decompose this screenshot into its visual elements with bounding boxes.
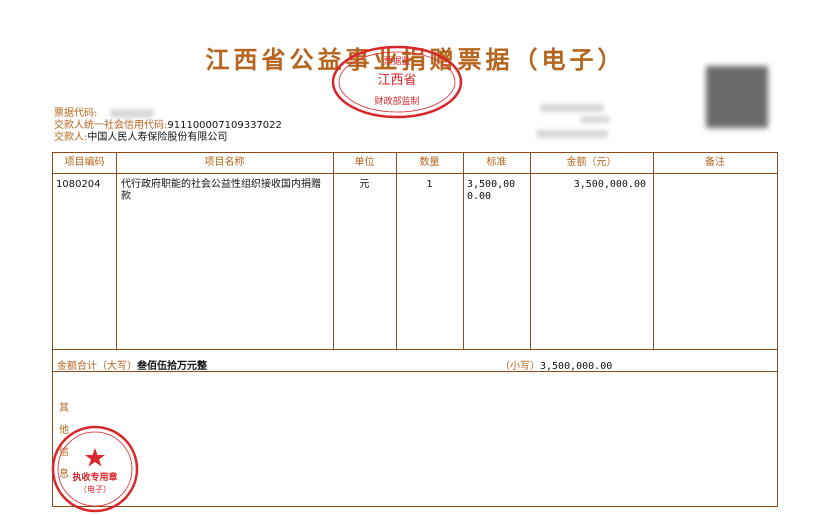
payer-value: 中国人民人寿保险股份有限公司 <box>87 132 228 143</box>
header-code: 项目编码 <box>64 157 105 168</box>
seal-bottom-text2: （电子） <box>79 484 111 494</box>
total-label: 金额合计（大写） <box>57 361 137 372</box>
qr-code-redacted <box>706 66 768 128</box>
payer-row: 交款人:中国人民人寿保险股份有限公司 <box>54 132 227 144</box>
bill-code-redacted <box>110 109 154 118</box>
row-qty: 1 <box>426 179 433 190</box>
payer-credit-value: 911100007109337022 <box>167 120 282 131</box>
payer-label: 交款人: <box>54 132 88 143</box>
row-standard: 3,500,000.00 <box>467 179 516 202</box>
seal-top-line3: 财政部监制 <box>374 95 419 107</box>
row-amount: 3,500,000.00 <box>573 179 646 190</box>
header-standard: 标准 <box>486 157 507 168</box>
header-note: 备注 <box>705 157 725 168</box>
row-name: 代行政府职能的社会公益性组织接收国内捐赠款 <box>121 179 321 202</box>
total-row: 金额合计（大写）叁佰伍拾万元整 <box>57 357 207 372</box>
collection-seal: 执收专用章 （电子） <box>51 425 139 513</box>
header-amount: 金额（元） <box>566 157 617 168</box>
row-code: 1080204 <box>56 179 101 190</box>
seal-top-line2: 江西省 <box>377 73 416 88</box>
total-small-value: 3,500,000.00 <box>540 361 613 372</box>
header-name: 项目名称 <box>204 157 245 168</box>
redacted-field <box>540 104 604 112</box>
seal-bottom-text1: 执收专用章 <box>72 471 117 483</box>
total-small-row: （小写）3,500,000.00 <box>500 357 612 372</box>
other-char: 其 <box>59 403 69 414</box>
bill-code-row: 票据代码: <box>54 108 97 120</box>
header-unit: 单位 <box>354 157 375 168</box>
redacted-field <box>536 130 608 138</box>
redacted-field <box>580 116 610 123</box>
payer-credit-label: 交款人统一社会信用代码: <box>54 120 168 131</box>
payer-credit-row: 交款人统一社会信用代码:911100007109337022 <box>54 120 282 132</box>
total-small-label: （小写） <box>500 361 540 372</box>
total-upper: 叁佰伍拾万元整 <box>137 361 207 372</box>
bill-table: 项目编码 项目名称 单位 数量 标准 金额（元） 备注 1080204 代行政府… <box>52 152 778 507</box>
finance-seal: 票据监 江西省 财政部监制 <box>331 45 463 119</box>
seal-top-line1: 票据监 <box>383 55 410 67</box>
bill-code-label: 票据代码: <box>54 108 98 119</box>
header-qty: 数量 <box>419 157 440 168</box>
row-unit: 元 <box>359 179 370 190</box>
